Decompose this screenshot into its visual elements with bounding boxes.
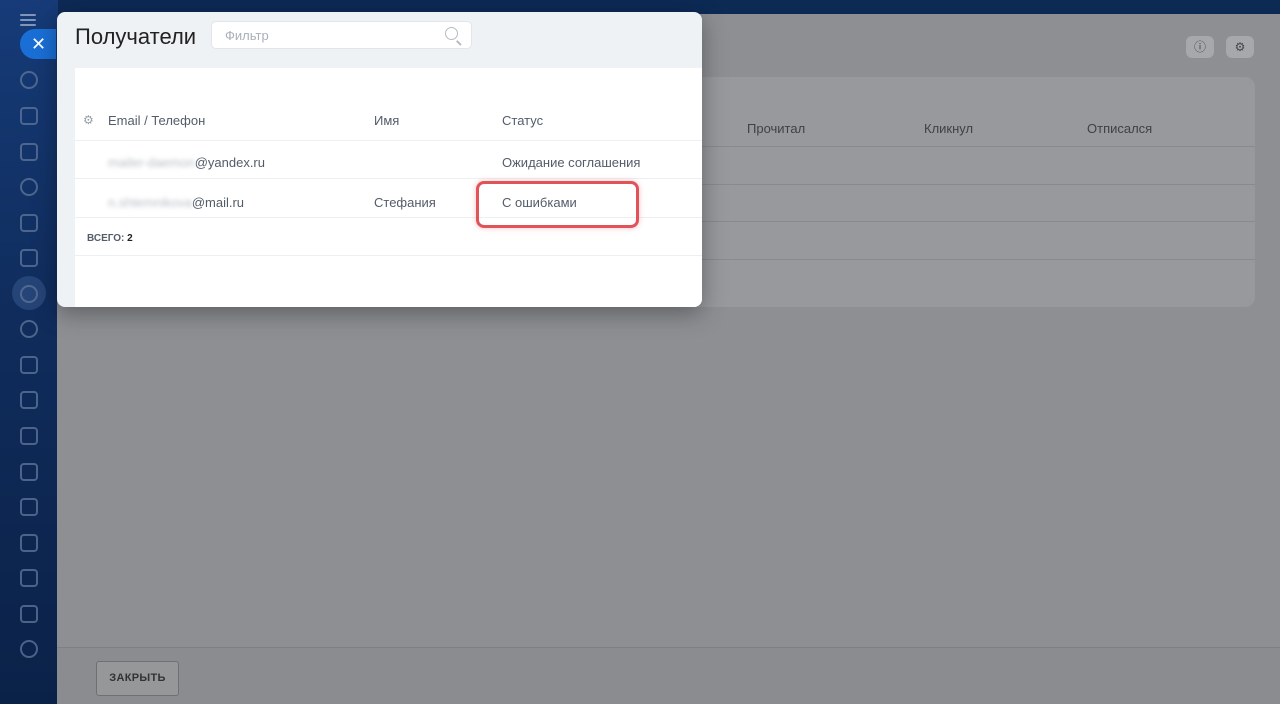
info-icon[interactable]: ⓘ — [1186, 36, 1214, 58]
divider — [75, 140, 702, 141]
table-row-email: n.shtemnikova@mail.ru — [108, 195, 245, 210]
header-email[interactable]: Email / Телефон — [108, 113, 205, 128]
document-icon[interactable] — [20, 107, 38, 125]
card-icon[interactable] — [20, 498, 38, 516]
footer-bar — [57, 647, 1280, 704]
edit-icon[interactable] — [20, 356, 38, 374]
users-icon[interactable] — [20, 320, 38, 338]
close-button[interactable]: ЗАКРЫТЬ — [96, 661, 179, 696]
column-read: Прочитал — [747, 121, 806, 136]
popup-title: Получатели — [75, 24, 197, 49]
robots-icon[interactable] — [20, 463, 38, 481]
total-count: ВСЕГО: 2 — [87, 233, 133, 244]
messages-icon[interactable] — [20, 143, 38, 161]
marketing-icon[interactable] — [20, 285, 38, 303]
search-icon[interactable] — [445, 27, 458, 40]
settings-icon[interactable] — [20, 640, 38, 658]
more-icon[interactable] — [20, 605, 38, 623]
filter-input[interactable] — [212, 22, 432, 48]
table-row-name: Стефания — [374, 195, 436, 210]
filter-box[interactable] — [211, 21, 472, 49]
calendar-icon[interactable] — [20, 427, 38, 445]
tasks-icon[interactable] — [20, 214, 38, 232]
header-status[interactable]: Статус — [502, 113, 543, 128]
crm-icon[interactable] — [20, 249, 38, 267]
divider — [75, 178, 702, 179]
contact-center-icon[interactable] — [20, 178, 38, 196]
status-highlight-frame — [476, 181, 639, 228]
table-row-status: Ожидание соглашения — [502, 155, 641, 170]
close-slider-button[interactable]: ✕ — [20, 29, 56, 59]
column-settings-icon[interactable]: ⚙ — [83, 113, 94, 127]
gear-icon[interactable]: ⚙ — [1226, 36, 1254, 58]
column-clicked: Кликнул — [924, 121, 974, 136]
file-icon[interactable] — [20, 569, 38, 587]
column-unsubscribed: Отписался — [1087, 121, 1153, 136]
header-name[interactable]: Имя — [374, 113, 399, 128]
chat-icon[interactable] — [20, 71, 38, 89]
recipients-popup: Получатели ⚙ Email / Телефон Имя Статус … — [57, 12, 702, 307]
left-sidebar: ✕ — [0, 0, 58, 704]
checkbox-icon[interactable] — [20, 391, 38, 409]
menu-icon[interactable] — [20, 14, 36, 26]
table-row-email: mailer-daemon@yandex.ru — [108, 155, 265, 170]
divider — [75, 255, 702, 256]
cart-icon[interactable] — [20, 534, 38, 552]
